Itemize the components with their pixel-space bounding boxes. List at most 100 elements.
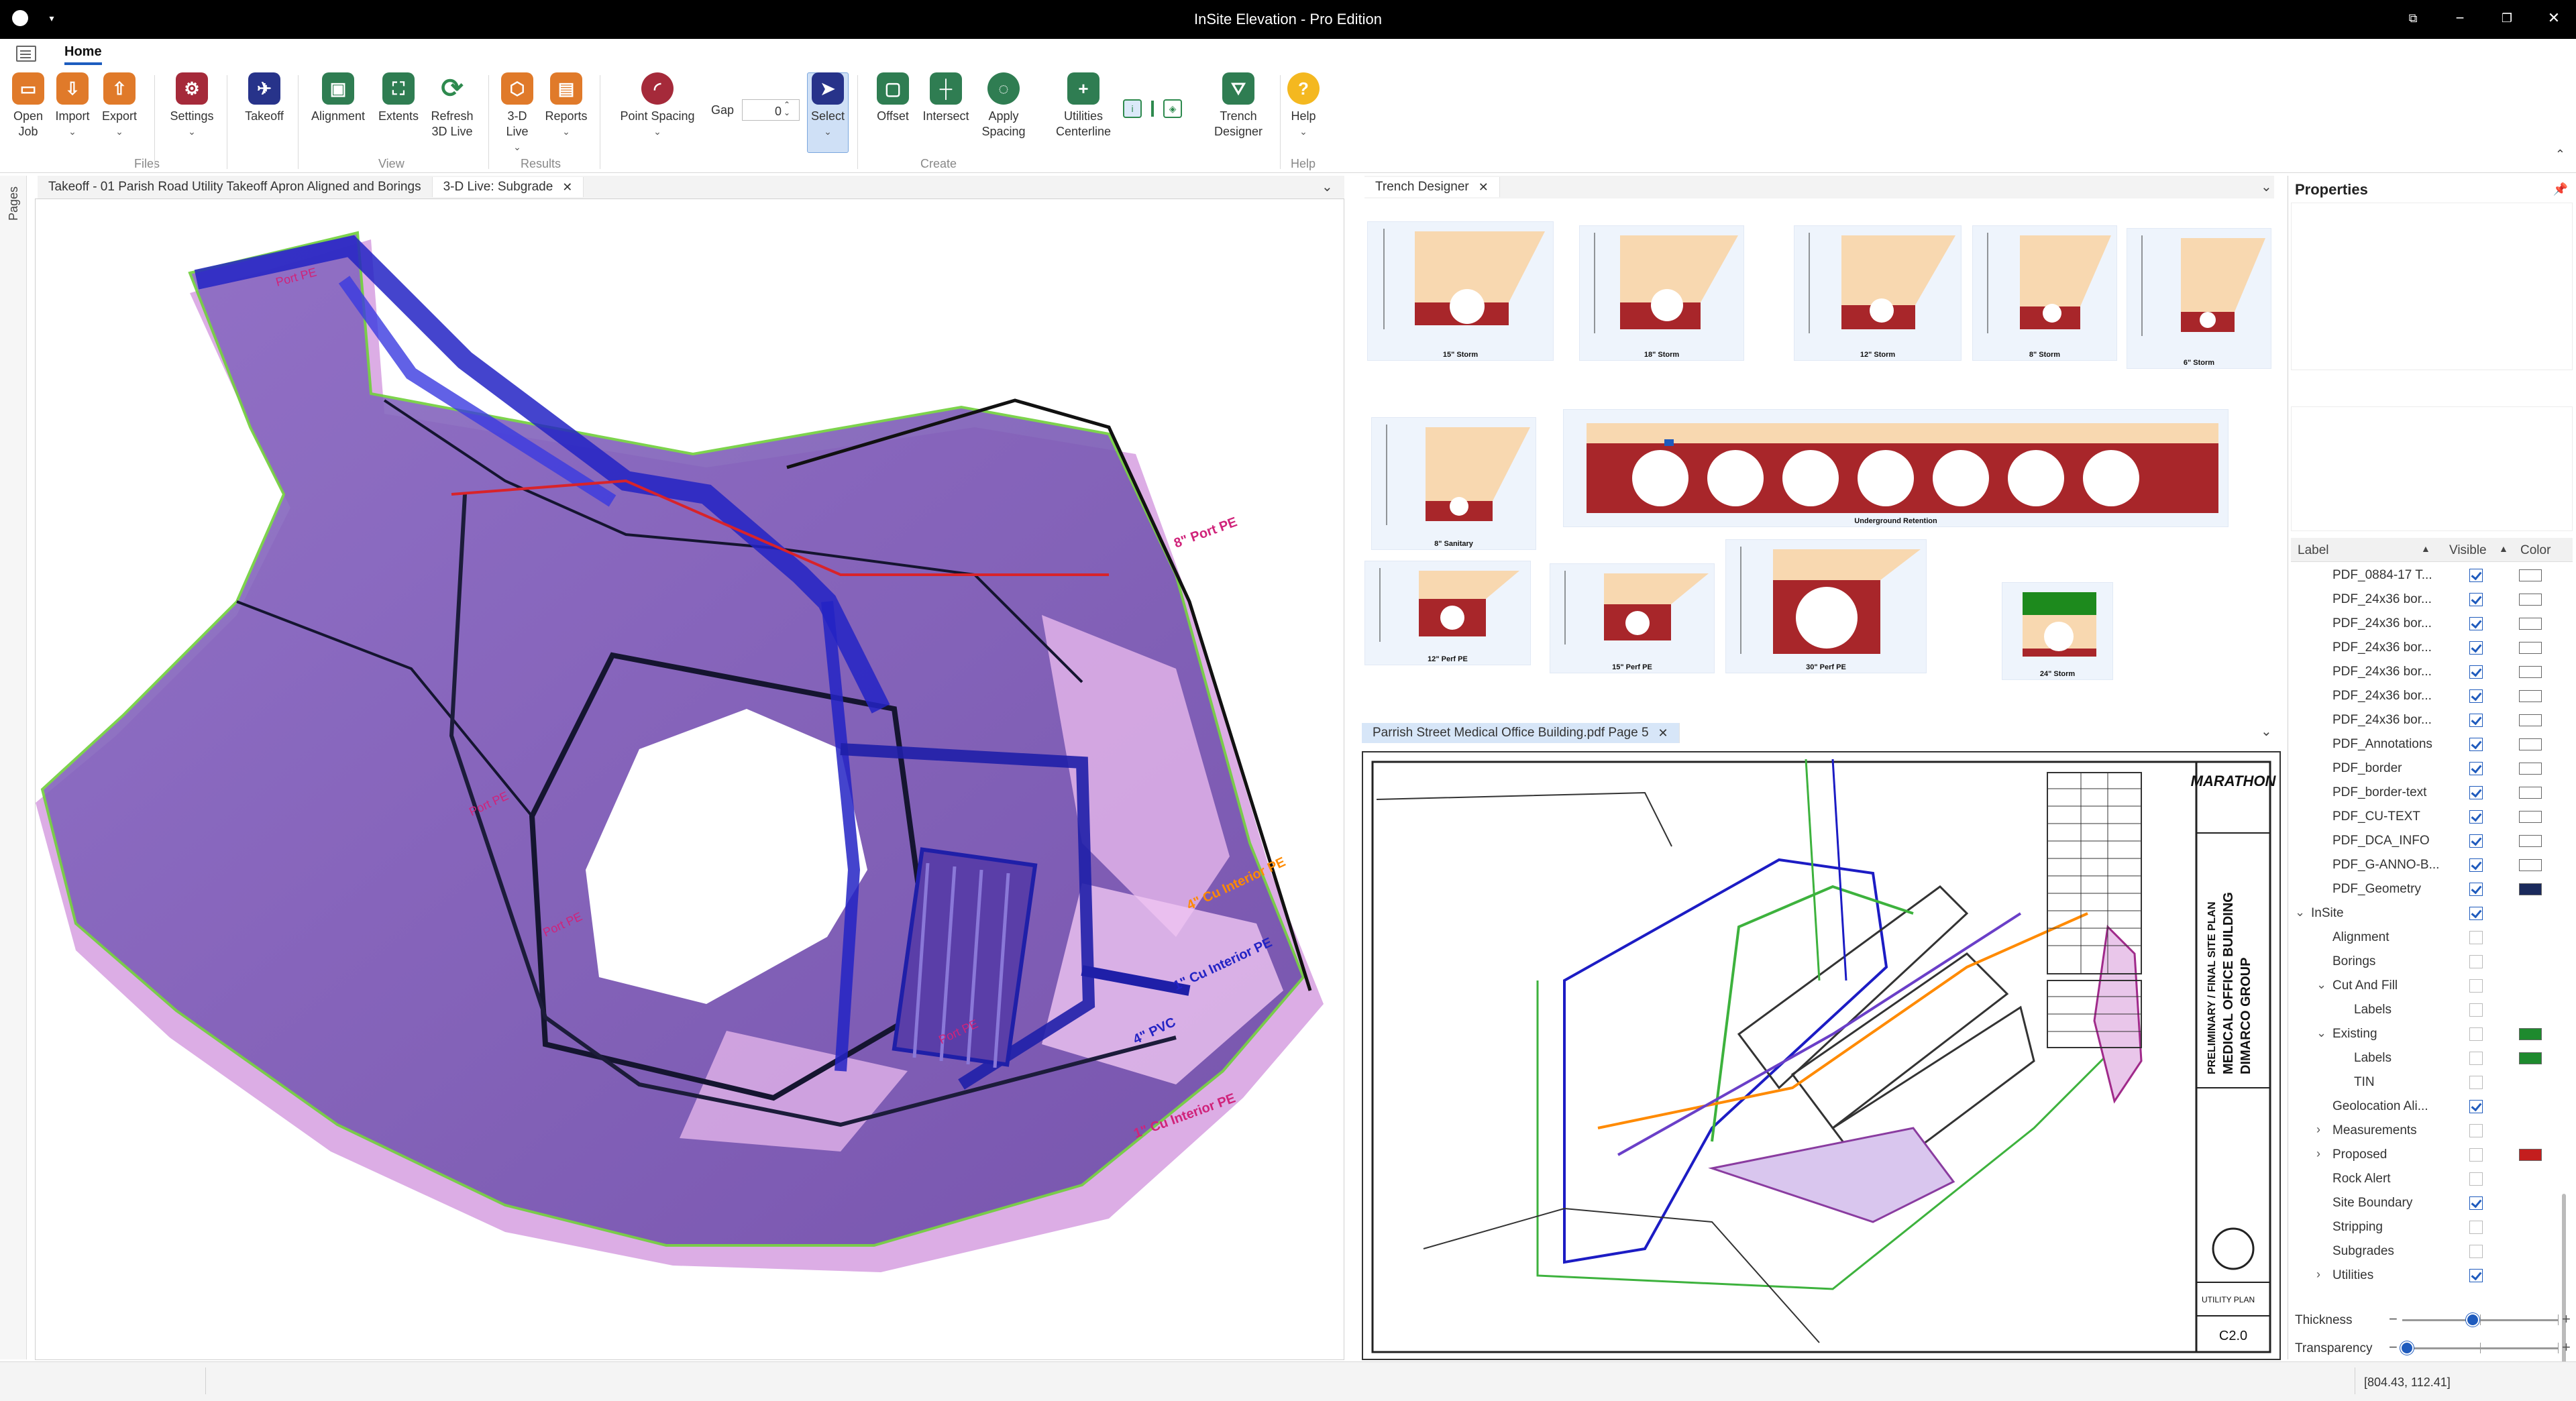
layer-row[interactable]: Rock Alert — [2291, 1167, 2567, 1191]
layer-visible-checkbox[interactable] — [2469, 834, 2483, 848]
layer-row[interactable]: PDF_24x36 bor... — [2291, 684, 2567, 708]
restore-layout-icon[interactable]: ⧉ — [2404, 9, 2422, 27]
layer-row[interactable]: TIN — [2291, 1070, 2567, 1095]
layer-row[interactable]: PDF_24x36 bor... — [2291, 612, 2567, 636]
apply-spacing-button[interactable]: ◌ Apply Spacing — [977, 72, 1030, 139]
layer-color-swatch[interactable] — [2519, 714, 2542, 726]
thickness-knob[interactable] — [2465, 1313, 2479, 1327]
layer-row[interactable]: PDF_G-ANNO-B... — [2291, 853, 2567, 877]
layer-color-swatch[interactable] — [2519, 738, 2542, 750]
chevron-down-icon[interactable]: ⌄ — [2295, 905, 2305, 919]
sort-icon[interactable]: ▲ — [2421, 543, 2430, 554]
layer-visible-checkbox[interactable] — [2469, 1148, 2483, 1162]
refresh-3d-live-button[interactable]: ⟳ Refresh 3D Live — [425, 72, 479, 139]
layer-color-swatch[interactable] — [2519, 690, 2542, 702]
utilities-centerline-button[interactable]: + Utilities Centerline — [1046, 72, 1120, 139]
tab-3d-live-subgrade[interactable]: 3-D Live: Subgrade ✕ — [432, 177, 584, 197]
layer-visible-checkbox[interactable] — [2469, 1196, 2483, 1210]
layer-visible-checkbox[interactable] — [2469, 1124, 2483, 1137]
layer-row[interactable]: PDF_0884-17 T... — [2291, 563, 2567, 587]
maximize-icon[interactable]: ❐ — [2498, 9, 2516, 27]
extents-button[interactable]: ⛶ Extents — [374, 72, 423, 124]
layer-visible-checkbox[interactable] — [2469, 907, 2483, 920]
collapse-ribbon-icon[interactable]: ⌃ — [2555, 148, 2565, 162]
sort-icon[interactable]: ▲ — [2499, 543, 2508, 554]
minimize-icon[interactable]: − — [2451, 9, 2469, 27]
intersect-button[interactable]: ┼ Intersect — [919, 72, 973, 124]
export-button[interactable]: ⇧ Export ⌄ — [98, 72, 141, 139]
layer-visible-checkbox[interactable] — [2469, 1076, 2483, 1089]
pages-rail[interactable]: Pages — [0, 176, 27, 1359]
open-job-button[interactable]: ▭ Open Job — [8, 72, 48, 139]
layer-row[interactable]: PDF_DCA_INFO — [2291, 829, 2567, 853]
pane-menu-chevron-icon[interactable]: ⌄ — [2261, 178, 2272, 195]
layer-visible-checkbox[interactable] — [2469, 1221, 2483, 1234]
layer-visible-checkbox[interactable] — [2469, 641, 2483, 655]
pane-menu-chevron-icon[interactable]: ⌄ — [1322, 178, 1333, 195]
layer-color-swatch[interactable] — [2519, 666, 2542, 678]
layer-row[interactable]: PDF_24x36 bor... — [2291, 636, 2567, 660]
transparency-slider[interactable]: Transparency − + — [2295, 1336, 2574, 1360]
settings-button[interactable]: ⚙ Settings ⌄ — [165, 72, 219, 139]
layer-row[interactable]: Subgrades — [2291, 1239, 2567, 1264]
layer-row[interactable]: PDF_border-text — [2291, 781, 2567, 805]
layer-row[interactable]: PDF_24x36 bor... — [2291, 587, 2567, 612]
pin-icon[interactable]: 📌 — [2553, 182, 2568, 197]
increase-icon[interactable]: + — [2562, 1339, 2571, 1356]
alignment-button[interactable]: ▣ Alignment — [306, 72, 370, 124]
tab-takeoff[interactable]: Takeoff - 01 Parish Road Utility Takeoff… — [38, 177, 433, 197]
trench-card[interactable]: 12" Perf PE — [1364, 561, 1531, 665]
chevron-right-icon[interactable]: › — [2316, 1268, 2320, 1282]
layer-visible-checkbox[interactable] — [2469, 1245, 2483, 1258]
reports-button[interactable]: ▤ Reports ⌄ — [541, 72, 592, 139]
trench-designer-button[interactable]: ⛛ Trench Designer — [1205, 72, 1272, 139]
pane-menu-chevron-icon[interactable]: ⌄ — [2261, 723, 2272, 740]
3d-view[interactable]: 8" Port PE 1" Cu Interior PE 4" Cu Inter… — [35, 199, 1344, 1360]
file-menu-icon[interactable] — [16, 46, 36, 62]
layer-visible-checkbox[interactable] — [2469, 883, 2483, 896]
layer-row[interactable]: PDF_24x36 bor... — [2291, 660, 2567, 684]
column-color[interactable]: Color — [2520, 543, 2551, 558]
layer-visible-checkbox[interactable] — [2469, 786, 2483, 799]
info-toggle-icon[interactable]: i — [1123, 99, 1142, 118]
close-icon[interactable]: ✕ — [1658, 726, 1668, 740]
layer-row[interactable]: PDF_border — [2291, 756, 2567, 781]
gap-input[interactable] — [742, 99, 800, 121]
layer-visible-checkbox[interactable] — [2469, 1027, 2483, 1041]
help-button[interactable]: ? Help ⌄ — [1284, 72, 1323, 139]
layer-visible-checkbox[interactable] — [2469, 762, 2483, 775]
layer-color-swatch[interactable] — [2519, 859, 2542, 871]
layer-row[interactable]: › Measurements — [2291, 1119, 2567, 1143]
layer-color-swatch[interactable] — [2519, 787, 2542, 799]
layer-visible-checkbox[interactable] — [2469, 593, 2483, 606]
trench-card[interactable]: 12" Storm — [1794, 225, 1962, 361]
trench-card[interactable]: 15" Perf PE — [1550, 563, 1715, 673]
chevron-down-icon[interactable]: ⌄ — [2316, 978, 2326, 992]
layer-color-swatch[interactable] — [2519, 642, 2542, 654]
pdf-sheet-view[interactable]: MARATHON PRELIMINARY / FINAL SITE PLAN M… — [1362, 751, 2281, 1360]
layer-row[interactable]: › Utilities — [2291, 1264, 2567, 1288]
layer-color-swatch[interactable] — [2519, 618, 2542, 630]
offset-button[interactable]: ▢ Offset — [869, 72, 916, 124]
chevron-right-icon[interactable]: › — [2316, 1147, 2320, 1161]
decrease-icon[interactable]: − — [2389, 1339, 2398, 1356]
layer-row[interactable]: ⌄ Existing — [2291, 1022, 2567, 1046]
close-icon[interactable]: ✕ — [2545, 9, 2563, 27]
increase-icon[interactable]: + — [2562, 1310, 2571, 1328]
layer-visible-checkbox[interactable] — [2469, 810, 2483, 824]
layer-visible-checkbox[interactable] — [2469, 689, 2483, 703]
layer-visible-checkbox[interactable] — [2469, 955, 2483, 968]
close-icon[interactable]: ✕ — [1479, 180, 1489, 194]
layer-visible-checkbox[interactable] — [2469, 665, 2483, 679]
column-label[interactable]: Label — [2298, 543, 2329, 558]
layer-visible-checkbox[interactable] — [2469, 1003, 2483, 1017]
layer-color-swatch[interactable] — [2519, 1028, 2542, 1040]
layer-visible-checkbox[interactable] — [2469, 1052, 2483, 1065]
layer-visible-checkbox[interactable] — [2469, 569, 2483, 582]
gap-spinner-icon[interactable]: ⌃ ⌄ — [784, 101, 790, 117]
layer-visible-checkbox[interactable] — [2469, 931, 2483, 944]
trench-card[interactable]: 6" Storm — [2127, 228, 2271, 369]
layer-row[interactable]: Site Boundary — [2291, 1191, 2567, 1215]
trench-card[interactable]: 8" Storm — [1972, 225, 2117, 361]
layer-color-swatch[interactable] — [2519, 1149, 2542, 1161]
